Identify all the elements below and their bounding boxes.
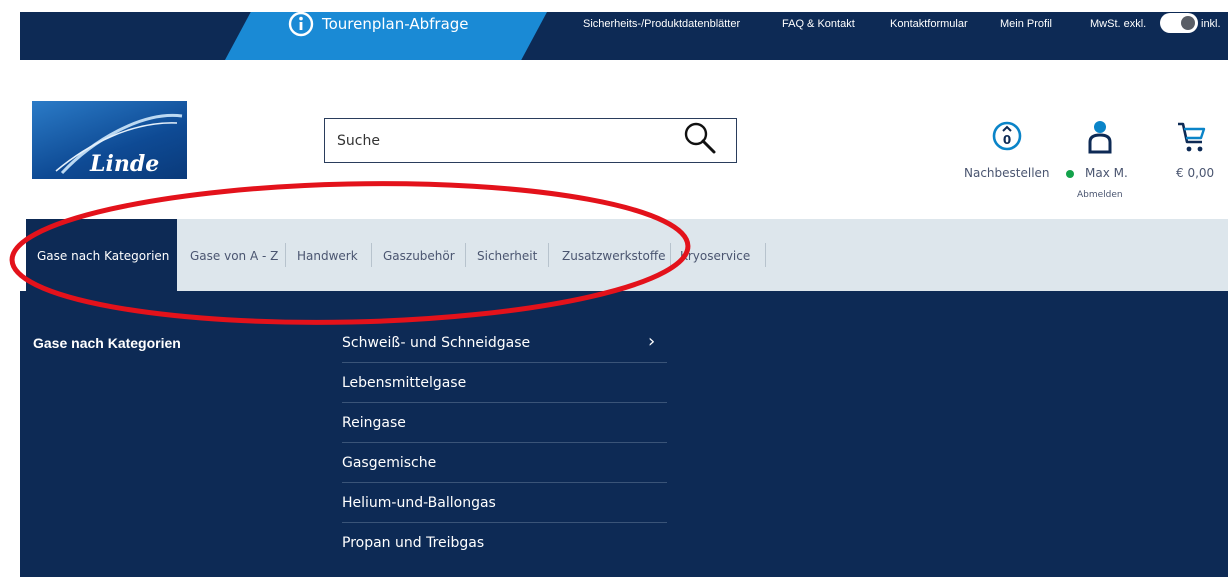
search-box[interactable] [324,118,737,163]
linde-logo-text: Linde [89,151,159,177]
top-link-contact-form[interactable]: Kontaktformular [890,18,968,30]
nav-divider [765,243,766,267]
nav-divider [548,243,549,267]
menu-item-schweiss-schneidgase[interactable]: Schweiß- und Schneidgase › [342,323,667,363]
cart-total[interactable]: € 0,00 [1176,166,1214,180]
svg-text:0: 0 [1003,133,1011,147]
top-link-datasheets[interactable]: Sicherheits-/Produktdatenblätter [583,18,740,30]
menu-item-helium-ballongas[interactable]: Helium-und-Ballongas [342,483,667,523]
reorder-label[interactable]: Nachbestellen [964,166,1050,180]
tab-gase-nach-kategorien[interactable]: Gase nach Kategorien [26,219,177,291]
tab-label: Gase von A - Z [190,249,279,263]
menu-item-label: Gasgemische [342,455,437,471]
tab-label: Handwerk [297,249,358,263]
menu-item-label: Reingase [342,415,406,431]
menu-item-lebensmittelgase[interactable]: Lebensmittelgase [342,363,667,403]
tab-label: Kryoservice [680,249,751,263]
tab-handwerk[interactable]: Handwerk [297,219,367,291]
menu-item-label: Lebensmittelgase [342,375,467,391]
chevron-right-icon: › [648,331,656,352]
vat-toggle-knob [1181,16,1195,30]
tab-sicherheit[interactable]: Sicherheit [477,219,543,291]
tab-gase-a-z[interactable]: Gase von A - Z [190,219,290,291]
tab-label: Sicherheit [477,249,538,263]
user-icon[interactable] [1087,120,1113,154]
tab-label: Gaszubehör [383,249,455,263]
nav-divider [670,243,671,267]
menu-item-propan-treibgas[interactable]: Propan und Treibgas [342,523,667,563]
info-circle-icon[interactable] [288,11,314,37]
category-nav: Gase nach Kategorien Gase von A - Z Hand… [26,219,1228,291]
magnifier-icon[interactable] [680,120,720,156]
vat-excl-label: MwSt. exkl. [1090,18,1147,30]
tab-zusatzwerkstoffe[interactable]: Zusatzwerkstoffe [562,219,672,291]
user-name[interactable]: Max M. [1085,166,1128,180]
tab-label: Gase nach Kategorien [37,249,170,263]
linde-logo-swoosh: Linde [55,113,183,177]
online-status-dot [1066,170,1074,178]
menu-item-gasgemische[interactable]: Gasgemische [342,443,667,483]
logout-link[interactable]: Abmelden [1077,190,1123,200]
tab-kryoservice[interactable]: Kryoservice [680,219,760,291]
search-input[interactable] [337,130,677,152]
linde-logo[interactable]: Linde [32,101,187,179]
vat-toggle[interactable] [1160,13,1198,33]
vat-incl-label: inkl. [1201,18,1221,30]
cart-icon[interactable] [1176,120,1206,154]
mega-menu: Gase nach Kategorien Schweiß- und Schnei… [20,291,1228,577]
top-link-faq[interactable]: FAQ & Kontakt [782,18,855,30]
tour-plan-label[interactable]: Tourenplan-Abfrage [322,15,469,33]
nav-divider [285,243,286,267]
menu-item-label: Helium-und-Ballongas [342,495,496,511]
nav-divider [465,243,466,267]
menu-item-reingase[interactable]: Reingase [342,403,667,443]
nav-divider [371,243,372,267]
tab-gaszubehoer[interactable]: Gaszubehör [383,219,463,291]
mega-menu-title: Gase nach Kategorien [33,335,181,351]
menu-item-label: Propan und Treibgas [342,535,485,551]
menu-item-label: Schweiß- und Schneidgase [342,335,531,351]
reorder-icon[interactable]: 0 [991,120,1023,152]
top-link-profile[interactable]: Mein Profil [1000,18,1052,30]
tab-label: Zusatzwerkstoffe [562,249,666,263]
